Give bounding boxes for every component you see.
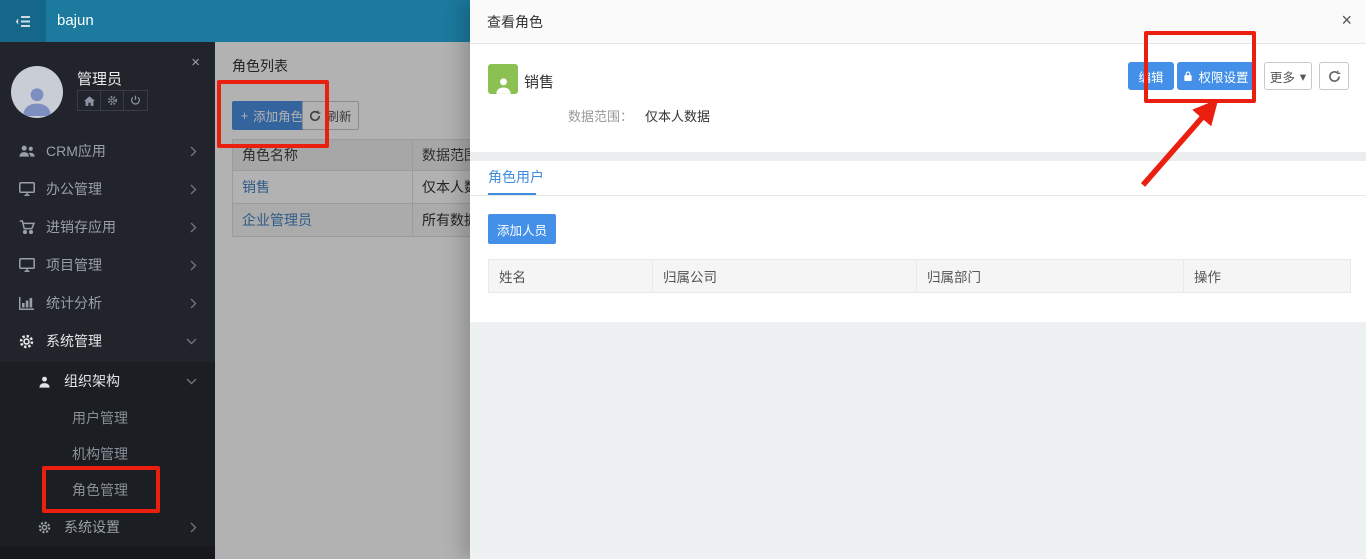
users-icon [18,144,35,158]
desktop-icon [18,258,35,272]
chevron-right-icon [190,184,197,195]
sidebar-footer [0,546,215,559]
modal-header: 查看角色 × [470,0,1366,44]
sidebar-item-inventory[interactable]: 进销存应用 [0,208,215,246]
column-header: 角色名称 [233,140,413,171]
caret-down-icon: ▾ [1300,69,1306,84]
sidebar-item-user-mgmt[interactable]: 用户管理 [0,400,215,436]
sidebar-item-label: 进销存应用 [46,217,190,237]
sidebar-item-system-settings[interactable]: 系统设置 [0,508,215,546]
sidebar-item-label: 用户管理 [72,408,128,428]
tab-divider [470,195,1366,196]
sidebar-item-org-mgmt[interactable]: 机构管理 [0,436,215,472]
table-header-row: 姓名 归属公司 归属部门 操作 [489,260,1351,293]
sidebar-item-label: CRM应用 [46,141,190,161]
sidebar-item-label: 项目管理 [46,255,190,275]
sidebar-item-label: 系统管理 [46,331,186,351]
column-header: 姓名 [489,260,653,293]
user-iconbar [77,90,148,111]
scope-value: 仅本人数据 [645,106,710,125]
sidebar-item-label: 角色管理 [72,480,128,500]
refresh-button-label: 刷新 [326,106,351,125]
refresh-icon [1328,70,1341,83]
user-panel-close-icon[interactable]: × [191,55,200,70]
tab-role-users[interactable]: 角色用户 [488,167,544,187]
chevron-right-icon [190,260,197,271]
sidebar-menu: CRM应用 办公管理 进销存应用 [0,132,215,360]
sidebar-item-office[interactable]: 办公管理 [0,170,215,208]
cart-icon [18,220,35,234]
add-role-button-label: 添加角色 [253,106,303,125]
column-header: 归属公司 [653,260,917,293]
power-icon[interactable] [124,91,147,110]
sidebar-item-system-mgmt[interactable]: 系统管理 [0,322,215,360]
panel-title: 角色列表 [232,56,288,76]
chevron-right-icon [190,298,197,309]
add-personnel-button-label: 添加人员 [497,220,547,239]
system-mgmt-submenu: 组织架构 用户管理 机构管理 角色管理 系统设置 [0,362,215,546]
user-name: 管理员 [77,68,122,89]
section-divider [470,152,1366,161]
role-name: 销售 [524,71,554,92]
permission-button-label: 权限设置 [1198,67,1248,86]
sidebar-item-label: 系统设置 [64,517,190,537]
sidebar-item-statistics[interactable]: 统计分析 [0,284,215,322]
sidebar-item-projects[interactable]: 项目管理 [0,246,215,284]
chevron-right-icon [190,522,197,533]
scope-label: 数据范围： [568,106,633,125]
sidebar-item-org-structure[interactable]: 组织架构 [0,362,215,400]
chevron-down-icon [186,338,197,345]
add-role-button[interactable]: + 添加角色 [232,101,312,130]
view-role-modal: 查看角色 × 销售 数据范围： 仅本人数据 编辑 权限设置 更多 ▾ 角色用户 … [470,0,1366,559]
column-header: 操作 [1184,260,1351,293]
person-icon [36,375,53,388]
sidebar-item-crm[interactable]: CRM应用 [0,132,215,170]
home-icon[interactable] [78,91,101,110]
modal-background-area [470,322,1366,559]
chevron-right-icon [190,222,197,233]
modal-refresh-button[interactable] [1319,62,1349,90]
refresh-icon [309,110,321,122]
more-button-label: 更多 [1270,67,1295,86]
more-button[interactable]: 更多 ▾ [1264,62,1312,90]
permission-settings-button[interactable]: 权限设置 [1177,62,1255,90]
role-link-sales[interactable]: 销售 [242,179,270,195]
gear-icon [36,521,53,534]
refresh-button[interactable]: 刷新 [302,101,359,130]
sidebar-item-label: 统计分析 [46,293,190,313]
gear-icon [18,334,35,349]
person-icon [494,76,513,94]
role-badge [488,64,518,94]
edit-button-label: 编辑 [1138,67,1163,86]
topbar: bajun [0,0,470,42]
sidebar: × 管理员 CRM应用 [0,42,215,559]
collapse-icon [15,15,31,28]
sidebar-collapse-button[interactable] [0,0,46,42]
lock-icon [1183,70,1193,82]
modal-title: 查看角色 [487,0,543,44]
avatar [11,66,63,118]
add-personnel-button[interactable]: 添加人员 [488,214,556,244]
sidebar-item-role-mgmt[interactable]: 角色管理 [0,472,215,508]
sidebar-item-label: 组织架构 [64,371,186,391]
chevron-down-icon [186,378,197,385]
close-icon[interactable]: × [1341,11,1352,29]
role-link-admin[interactable]: 企业管理员 [242,212,312,228]
column-header: 归属部门 [917,260,1184,293]
chevron-right-icon [190,146,197,157]
sidebar-item-label: 办公管理 [46,179,190,199]
edit-button[interactable]: 编辑 [1128,62,1174,90]
plus-icon: + [241,109,248,123]
person-icon [20,84,54,116]
role-users-table: 姓名 归属公司 归属部门 操作 [488,259,1351,293]
sidebar-item-label: 机构管理 [72,444,128,464]
gear-icon[interactable] [101,91,124,110]
app-title: bajun [57,0,94,42]
bar-chart-icon [18,297,35,310]
desktop-icon [18,182,35,196]
